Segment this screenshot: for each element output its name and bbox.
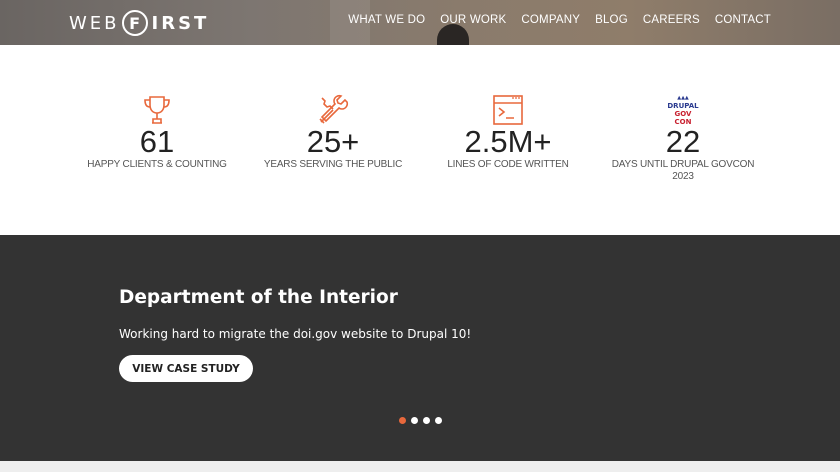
logo-text-right: IRST: [151, 12, 210, 34]
stat-value: 22: [665, 124, 701, 159]
trophy-icon: [77, 93, 237, 127]
slider-dot-3[interactable]: [423, 417, 430, 424]
slide-title: Department of the Interior: [119, 287, 398, 308]
case-study-slider: Department of the Interior Working hard …: [0, 235, 840, 461]
drupal-govcon-icon: ▲▲▲ DRUPAL GOV CON: [667, 95, 699, 126]
stat-value: 25+: [306, 124, 360, 159]
stats-section: 61 HAPPY CLIENTS & COUNTING 25+ YEARS SE…: [0, 45, 840, 235]
logo-mark-icon: F: [121, 10, 148, 36]
stat-clients: 61 HAPPY CLIENTS & COUNTING: [77, 93, 237, 171]
stat-years: 25+ YEARS SERVING THE PUBLIC: [253, 93, 413, 171]
next-section-edge: [0, 461, 840, 472]
stat-value: 61: [139, 124, 175, 159]
slider-dot-2[interactable]: [411, 417, 418, 424]
slide-text: Working hard to migrate the doi.gov webs…: [119, 327, 472, 341]
slider-dot-4[interactable]: [435, 417, 442, 424]
header-photo-figure: [437, 24, 469, 45]
nav-our-work[interactable]: OUR WORK: [440, 14, 506, 26]
nav-what-we-do[interactable]: WHAT WE DO: [348, 14, 425, 26]
stat-govcon-countdown: ▲▲▲ DRUPAL GOV CON 22 DAYS UNTIL DRUPAL …: [603, 93, 763, 183]
main-nav: WHAT WE DO OUR WORK COMPANY BLOG CAREERS…: [348, 14, 771, 26]
nav-careers[interactable]: CAREERS: [643, 14, 700, 26]
slider-dots: [399, 417, 442, 424]
stat-value: 2.5M+: [464, 124, 552, 159]
stat-label: LINES OF CODE WRITTEN: [447, 159, 569, 170]
logo-text-left: WEB: [69, 12, 120, 34]
code-terminal-icon: [428, 93, 588, 127]
nav-blog[interactable]: BLOG: [595, 14, 628, 26]
nav-company[interactable]: COMPANY: [521, 14, 580, 26]
drupal-badge-line1: DRUPAL: [667, 102, 699, 110]
slider-dot-1[interactable]: [399, 417, 406, 424]
stat-lines-of-code: 2.5M+ LINES OF CODE WRITTEN: [428, 93, 588, 171]
nav-contact[interactable]: CONTACT: [715, 14, 771, 26]
stat-label: HAPPY CLIENTS & COUNTING: [87, 159, 227, 170]
stat-label: YEARS SERVING THE PUBLIC: [263, 159, 403, 170]
tools-icon: [253, 93, 413, 127]
view-case-study-button[interactable]: VIEW CASE STUDY: [119, 355, 253, 382]
stat-label: DAYS UNTIL DRUPAL GOVCON 2023: [611, 159, 755, 182]
site-logo[interactable]: WEB F IRST: [69, 9, 209, 37]
site-header: WEB F IRST WHAT WE DO OUR WORK COMPANY B…: [0, 0, 840, 45]
